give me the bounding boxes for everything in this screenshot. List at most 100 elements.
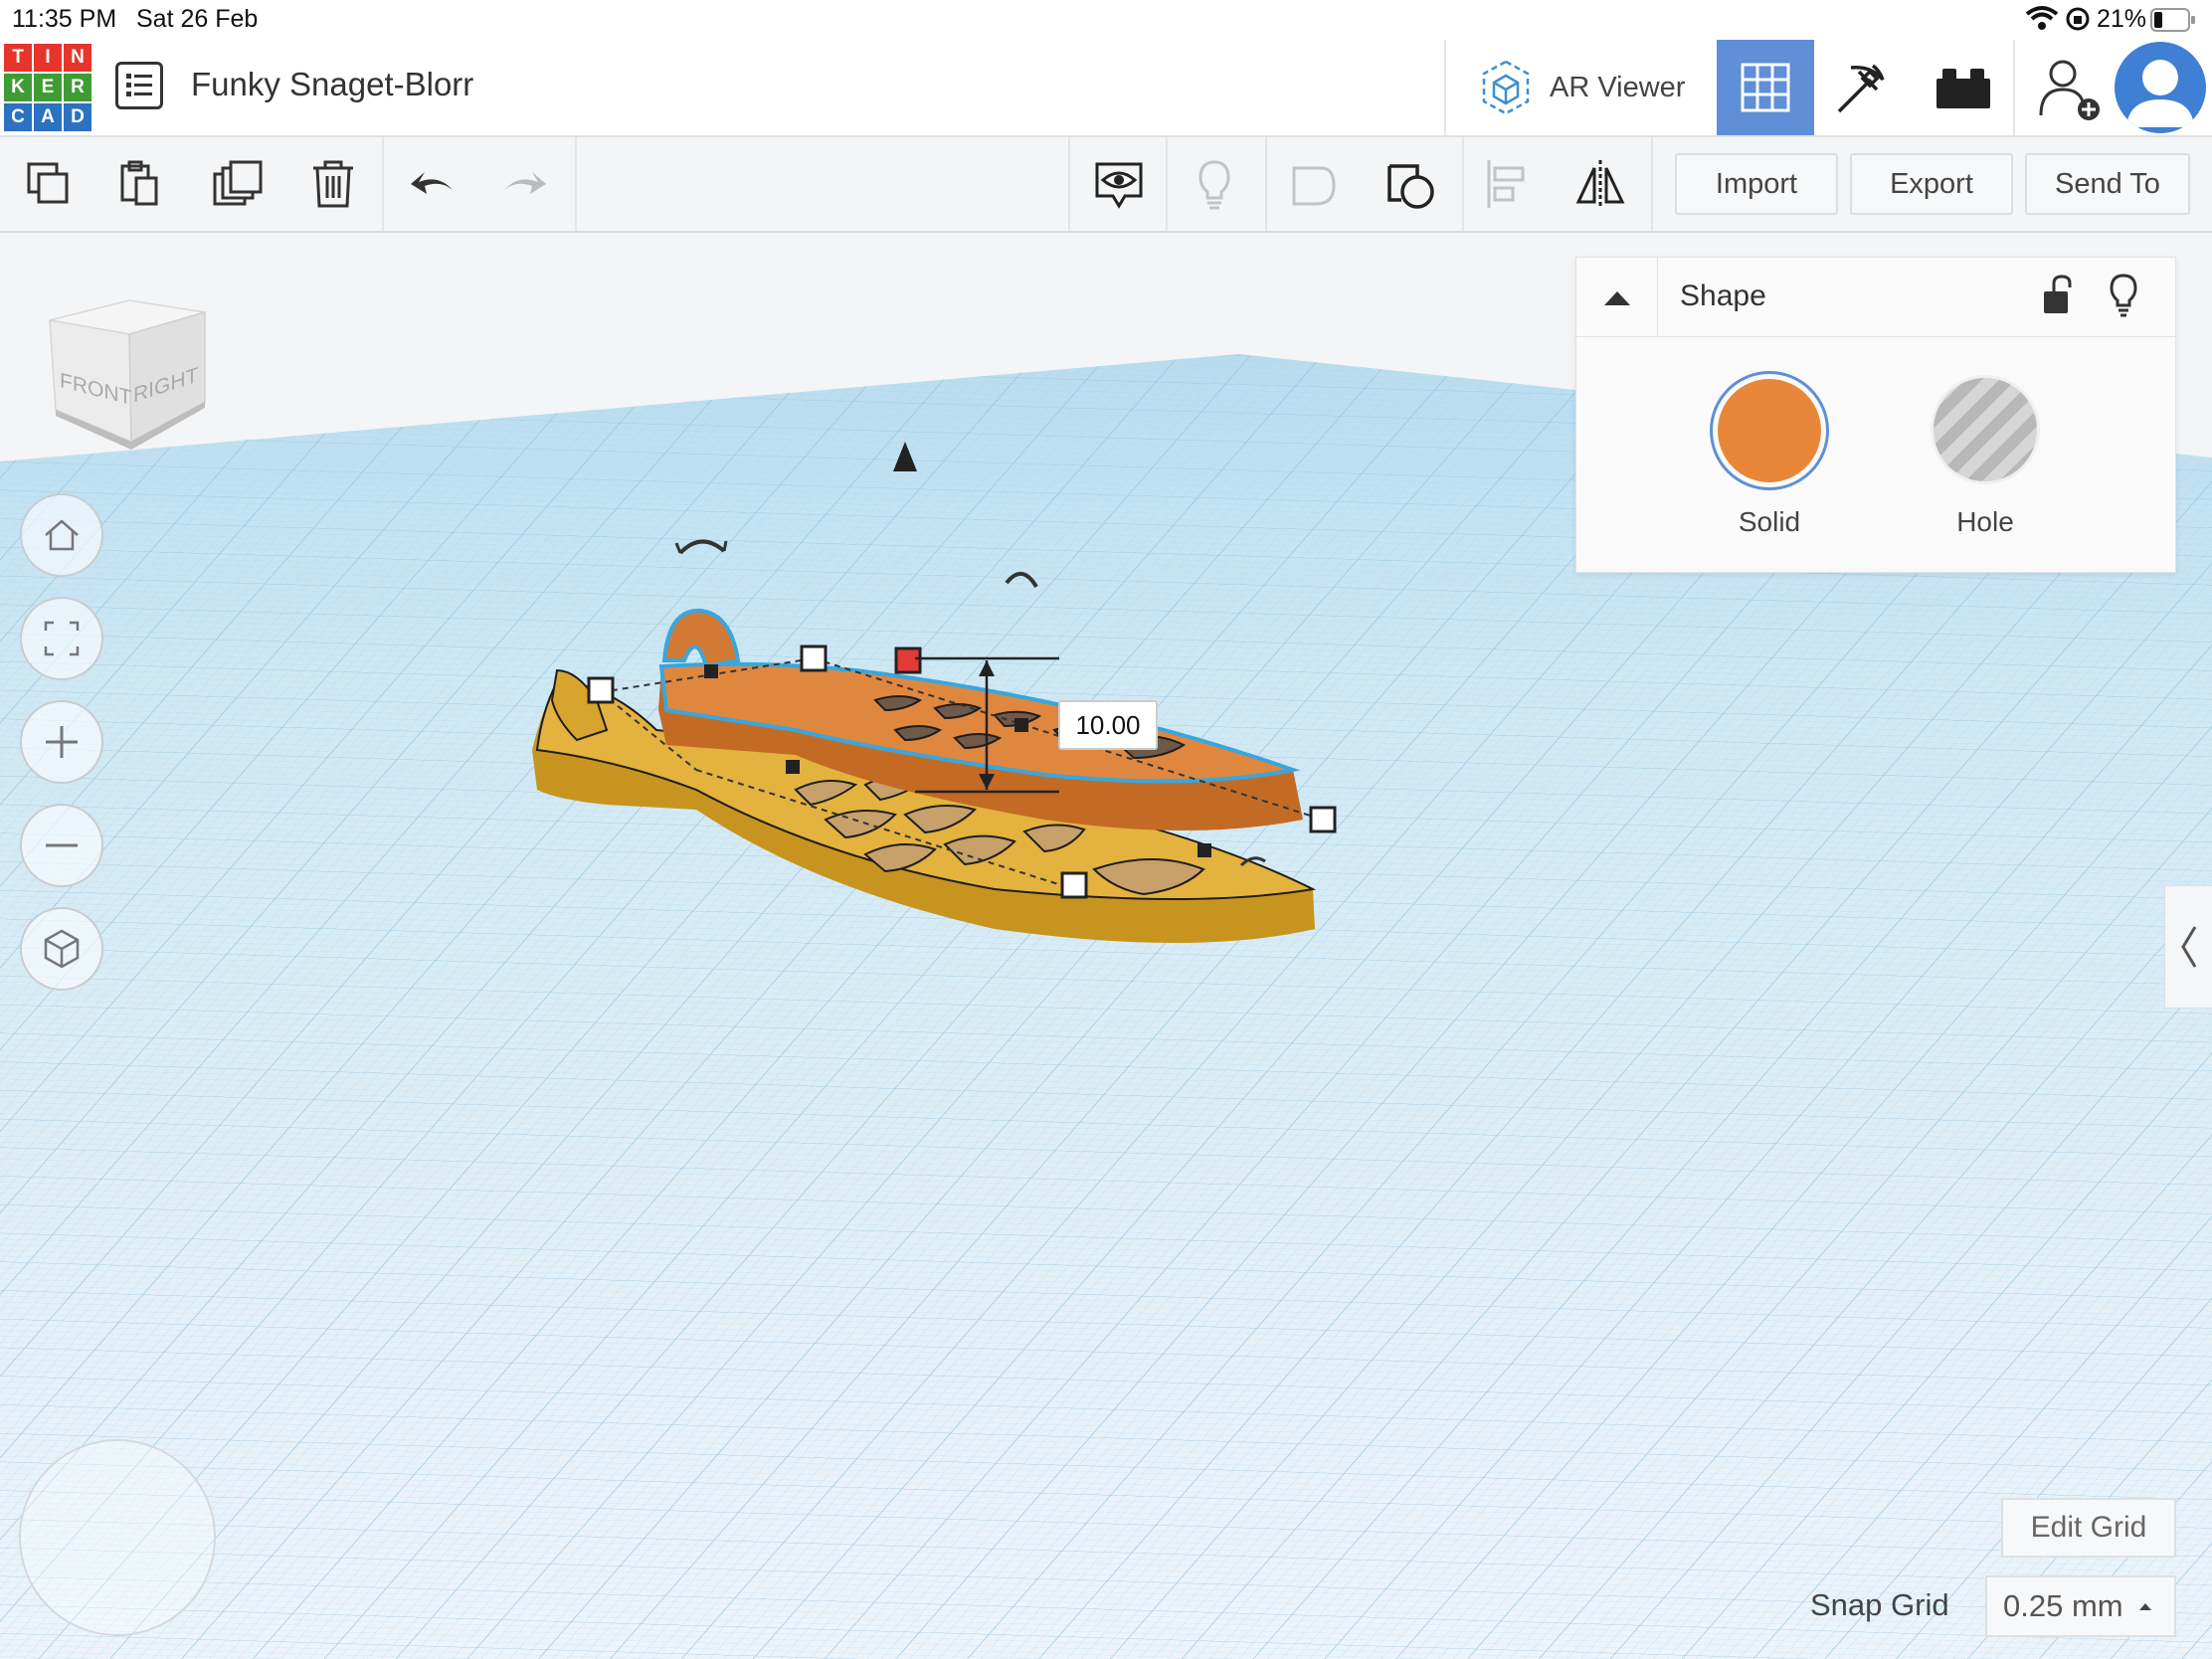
delete-button[interactable] <box>298 137 368 231</box>
align-icon <box>1487 160 1525 208</box>
divider <box>1068 137 1070 231</box>
hole-button[interactable] <box>1931 375 2040 484</box>
lightbulb-icon <box>1198 160 1230 210</box>
pickaxe-icon <box>1837 64 1885 113</box>
inspector-title: Shape <box>1680 279 1766 312</box>
undo-icon <box>411 172 453 194</box>
hole-label: Hole <box>1956 506 2014 537</box>
fit-view-button[interactable] <box>20 597 103 680</box>
solid-button[interactable] <box>1710 371 1829 490</box>
edit-toolbar: Import Export Send To <box>0 137 2212 233</box>
snap-grid-value: 0.25 mm <box>2003 1588 2123 1623</box>
tinkercad-logo[interactable]: TIN KER CAD <box>4 44 92 131</box>
duplicate-icon <box>213 160 263 206</box>
view-cube[interactable]: FRONT RIGHT <box>40 292 219 452</box>
divider <box>575 137 577 231</box>
divider <box>1462 137 1464 231</box>
paste-icon <box>120 160 158 206</box>
perspective-toggle-button[interactable] <box>20 907 103 991</box>
ios-status-bar: 11:35 PM Sat 26 Feb 21% <box>0 0 2212 40</box>
codeblocks-pickaxe-button[interactable] <box>1822 58 1898 119</box>
brick-icon <box>1936 69 1990 108</box>
divider <box>1444 40 1446 135</box>
ar-viewer-label: AR Viewer <box>1550 71 1686 103</box>
logo-letter-tile: E <box>34 74 62 101</box>
orientation-lock-icon <box>2064 5 2092 40</box>
ar-cube-icon <box>1482 60 1530 115</box>
trash-icon <box>313 160 353 208</box>
status-time: 11:35 PM <box>12 5 117 33</box>
mirror-icon <box>1575 160 1625 208</box>
lightbulb-icon <box>2110 274 2137 317</box>
zoom-in-button[interactable] <box>20 700 103 784</box>
divider <box>1166 137 1168 231</box>
divider <box>1651 137 1653 231</box>
logo-letter-tile: T <box>4 44 32 72</box>
import-button[interactable]: Import <box>1675 153 1838 215</box>
redo-button[interactable] <box>489 137 559 231</box>
minus-icon <box>46 843 78 847</box>
lock-toggle-button[interactable] <box>2038 274 2078 317</box>
fit-icon <box>44 621 80 656</box>
logo-letter-tile: K <box>4 74 32 101</box>
paste-button[interactable] <box>105 137 175 231</box>
bricks-view-button[interactable] <box>1920 58 2007 119</box>
3d-design-view-button[interactable] <box>1717 40 1814 135</box>
ungroup-button[interactable] <box>1377 137 1446 231</box>
snap-grid-select[interactable]: 0.25 mm <box>1985 1575 2176 1637</box>
logo-letter-tile: R <box>64 74 92 101</box>
top-bar: TIN KER CAD Funky Snaget-Blorr AR Viewer <box>0 40 2212 137</box>
battery-percent: 21% <box>2097 5 2147 33</box>
shape-inspector-panel: Shape Solid Hole <box>1575 257 2177 573</box>
unlock-icon <box>2044 275 2072 313</box>
ar-viewer-button[interactable]: AR Viewer <box>1476 54 1685 121</box>
user-avatar-icon <box>2126 60 2194 127</box>
orbit-joystick[interactable] <box>19 1439 216 1636</box>
notes-view-button[interactable] <box>1084 137 1154 231</box>
chevron-left-icon <box>2180 926 2196 968</box>
home-view-button[interactable] <box>20 493 103 577</box>
user-avatar[interactable] <box>2115 42 2206 133</box>
zoom-out-button[interactable] <box>20 804 103 887</box>
collapse-inspector-button[interactable] <box>1576 258 1658 337</box>
height-dimension-input[interactable]: 10.00 <box>1058 700 1158 750</box>
eye-bubble-icon <box>1095 162 1143 209</box>
show-all-hidden-button[interactable] <box>1180 137 1249 231</box>
plus-icon <box>46 726 78 758</box>
battery-icon <box>2150 8 2196 39</box>
expand-shapes-panel-tab[interactable] <box>2164 885 2212 1009</box>
solid-swatch <box>1718 379 1821 482</box>
align-button[interactable] <box>1476 137 1538 231</box>
project-title[interactable]: Funky Snaget-Blorr <box>191 66 473 103</box>
caret-up-icon <box>1603 290 1630 305</box>
duplicate-button[interactable] <box>203 137 275 231</box>
perspective-cube-icon <box>44 929 80 969</box>
logo-letter-tile: N <box>64 44 92 72</box>
undo-button[interactable] <box>398 137 467 231</box>
mirror-button[interactable] <box>1566 137 1635 231</box>
home-icon <box>45 519 79 551</box>
hide-shape-button[interactable] <box>2104 272 2143 319</box>
copy-icon <box>27 162 69 204</box>
grid-icon <box>1741 63 1790 112</box>
group-icon <box>1292 166 1336 206</box>
edit-grid-button[interactable]: Edit Grid <box>2001 1498 2176 1558</box>
logo-letter-tile: C <box>4 103 32 131</box>
logo-letter-tile: A <box>34 103 62 131</box>
snap-grid-label: Snap Grid <box>1810 1587 1949 1622</box>
solid-label: Solid <box>1738 506 1801 537</box>
caret-up-icon <box>2138 1603 2151 1610</box>
send-to-button[interactable]: Send To <box>2025 153 2190 215</box>
invite-user-button[interactable] <box>2033 54 2103 123</box>
divider <box>382 137 384 231</box>
divider <box>1265 137 1267 231</box>
status-date: Sat 26 Feb <box>136 5 259 33</box>
design-list-icon[interactable] <box>115 62 163 109</box>
logo-letter-tile: I <box>34 44 62 72</box>
redo-icon <box>504 172 546 194</box>
divider <box>2013 40 2015 135</box>
export-button[interactable]: Export <box>1850 153 2013 215</box>
copy-button[interactable] <box>14 137 84 231</box>
wifi-icon <box>2025 4 2059 39</box>
group-button[interactable] <box>1279 137 1349 231</box>
